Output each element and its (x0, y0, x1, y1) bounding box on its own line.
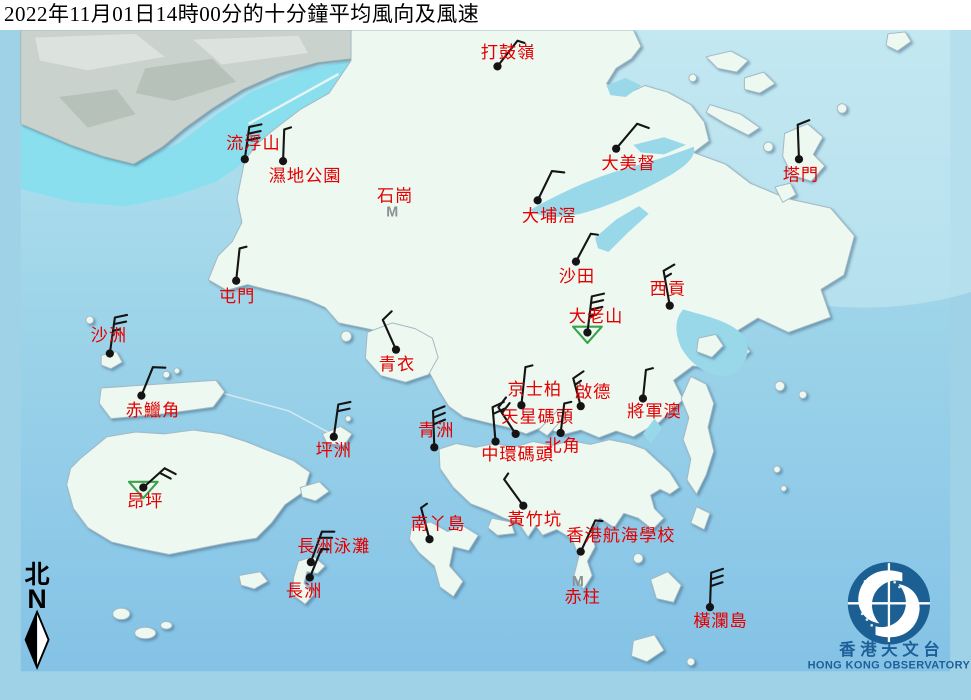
soko-island (135, 627, 156, 638)
station-label: 京士柏 (508, 380, 563, 399)
po-toi-island (687, 658, 695, 666)
station-label: 香港航海學校 (566, 526, 675, 545)
station-dot (106, 349, 114, 357)
ne-island (689, 74, 697, 82)
station-label: 打鼓嶺 (481, 43, 536, 62)
ma-wan-island (341, 331, 352, 342)
missing-data-marker: M (386, 205, 398, 221)
small-island (764, 142, 774, 152)
station-label: 中環碼頭 (481, 445, 554, 464)
soko-island (113, 608, 130, 619)
station-label: 大美督 (601, 154, 656, 173)
station-dot (612, 145, 620, 153)
station-label: 青洲 (418, 421, 454, 440)
station-dot (232, 277, 240, 285)
station-label: 黃竹坑 (508, 510, 563, 529)
station-label: 將軍澳 (627, 402, 682, 421)
wind-map-screen: 2022年11月01日14時00分的十分鐘平均風向及風速 (0, 0, 971, 700)
station-dot (392, 346, 400, 354)
station-dot (534, 196, 542, 204)
station-label: 橫瀾島 (693, 611, 748, 630)
station-label: 青衣 (379, 355, 415, 374)
station-label: 南丫島 (411, 515, 466, 534)
station-dot (572, 258, 580, 266)
small-island (345, 416, 351, 422)
station-dot (577, 548, 585, 556)
map-title: 2022年11月01日14時00分的十分鐘平均風向及風速 (0, 0, 971, 30)
station-label: 石崗 (377, 186, 413, 205)
station-dot (493, 62, 501, 70)
station-dot (583, 328, 591, 336)
sai-kung-island (799, 391, 807, 399)
station-dot (306, 573, 314, 581)
station-label: 沙田 (559, 267, 595, 286)
station-dot (795, 155, 803, 163)
station-label: 大埔滘 (522, 207, 577, 226)
station-dot (279, 157, 287, 165)
hko-name-chinese: 香港天文台 (838, 640, 944, 659)
station-label: 北角 (544, 436, 580, 455)
station-dot (512, 430, 520, 438)
station-dot (307, 558, 315, 566)
station-label: 屯門 (219, 287, 255, 306)
station-label: 沙洲 (91, 326, 127, 345)
station-dot (519, 502, 527, 510)
hong-kong-wind-map: 打鼓嶺流浮山濕地公園 大美督塔門 M石崗大埔滘沙田屯門 西貢沙洲 大老山青衣赤鱲角 京士柏… (0, 30, 971, 700)
port-island (837, 104, 847, 114)
po-toi-island (633, 554, 643, 564)
station-dot (706, 603, 714, 611)
station-label: 赤柱 (564, 587, 600, 606)
station-dot (425, 535, 433, 543)
station-dot (137, 392, 145, 400)
station-label: 昂坪 (127, 492, 163, 511)
sai-kung-island (775, 381, 785, 391)
station-dot (666, 302, 674, 310)
station-label: 赤鱲角 (126, 401, 181, 420)
station-dot (139, 483, 147, 491)
hko-name-english: HONG KONG OBSERVATORY (808, 659, 971, 671)
station-label: 坪洲 (316, 441, 352, 460)
station-label: 大老山 (569, 307, 624, 326)
station-label: 西貢 (650, 279, 686, 298)
sai-kung-island (774, 466, 781, 473)
brothers-island (174, 368, 180, 374)
station-label: 啟德 (575, 383, 611, 402)
station-dot (241, 155, 249, 163)
lung-kwu-chau (86, 316, 94, 324)
station-dot (577, 402, 585, 410)
station-label: 長洲 (286, 582, 322, 601)
station-label: 濕地公園 (269, 166, 342, 185)
soko-island (161, 622, 172, 630)
station-dot (330, 433, 338, 441)
station-label: 塔門 (783, 165, 819, 184)
brothers-island (163, 371, 170, 378)
station-dot (430, 443, 438, 451)
station-label: 長洲泳灘 (297, 537, 370, 556)
station-label: 流浮山 (226, 134, 281, 153)
sai-kung-island (781, 486, 787, 492)
